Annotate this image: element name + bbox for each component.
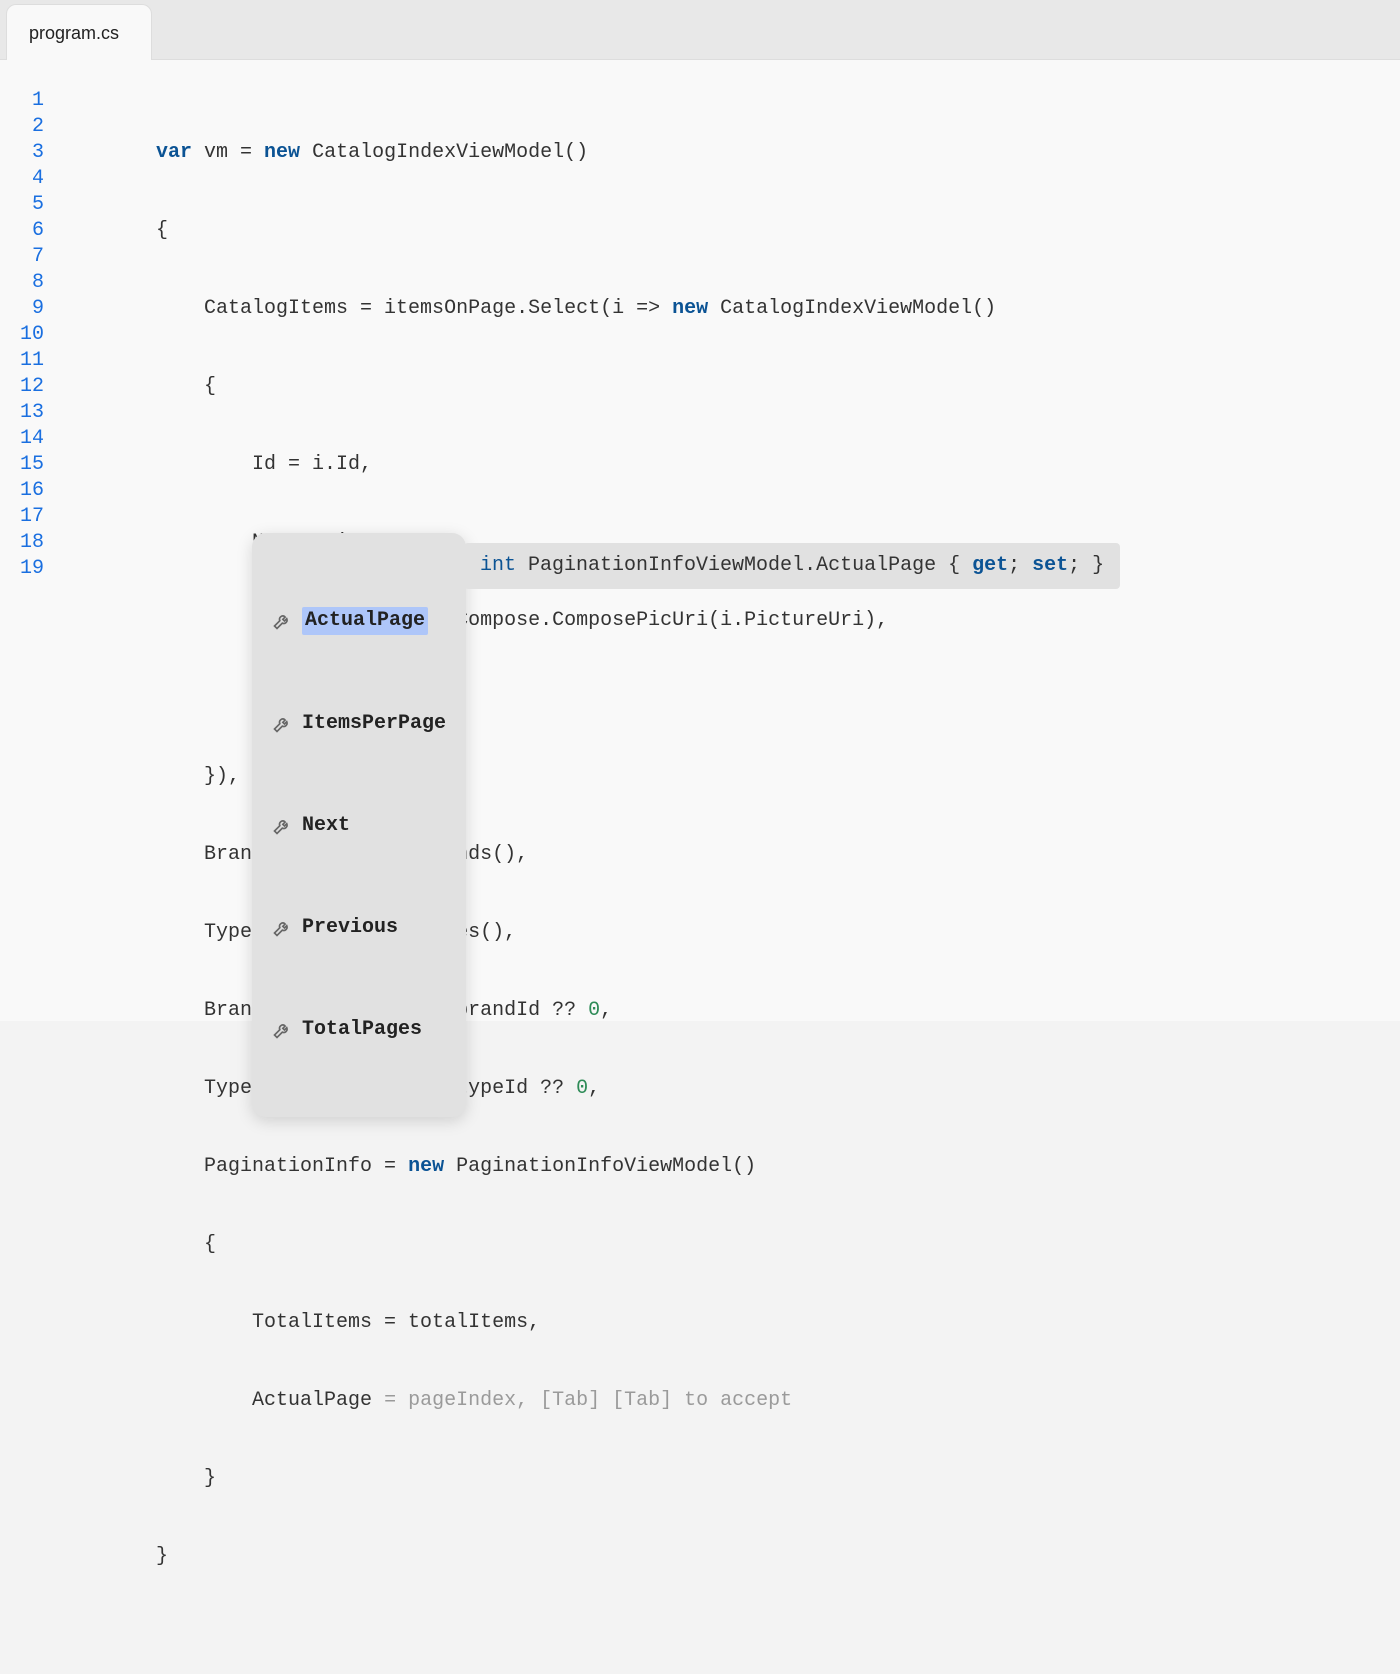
line-gutter: 1 2 3 4 5 6 7 8 9 10 11 12 13 14 15 16 1… xyxy=(0,88,60,1021)
line-number: 7 xyxy=(0,244,44,270)
line-number: 4 xyxy=(0,166,44,192)
line-number: 1 xyxy=(0,88,44,114)
wrench-icon xyxy=(272,918,292,938)
wrench-icon xyxy=(272,1020,292,1040)
autocomplete-item-label: ItemsPerPage xyxy=(302,711,446,737)
line-number: 6 xyxy=(0,218,44,244)
tab-bar: program.cs xyxy=(0,0,1400,60)
autocomplete-item-next[interactable]: Next xyxy=(258,801,460,851)
autocomplete-item-itemsperpage[interactable]: ItemsPerPage xyxy=(258,699,460,749)
signature-tooltip: int PaginationInfoViewModel.ActualPage {… xyxy=(464,543,1120,589)
line-number: 15 xyxy=(0,452,44,478)
line-number: 3 xyxy=(0,140,44,166)
wrench-icon xyxy=(272,611,292,631)
line-number: 11 xyxy=(0,348,44,374)
inline-suggestion: = pageIndex, [Tab] [Tab] to accept xyxy=(372,1389,792,1412)
line-number: 14 xyxy=(0,426,44,452)
code-editor[interactable]: 1 2 3 4 5 6 7 8 9 10 11 12 13 14 15 16 1… xyxy=(0,60,1400,1021)
code-area[interactable]: var vm = new CatalogIndexViewModel() { C… xyxy=(60,88,1400,1021)
code-line: ActualPage = pageIndex, [Tab] [Tab] to a… xyxy=(60,1388,1400,1414)
line-number: 5 xyxy=(0,192,44,218)
wrench-icon xyxy=(272,816,292,836)
line-number: 18 xyxy=(0,530,44,556)
code-line: PaginationInfo = new PaginationInfoViewM… xyxy=(60,1154,1400,1180)
line-number: 12 xyxy=(0,374,44,400)
code-line: CatalogItems = itemsOnPage.Select(i => n… xyxy=(60,296,1400,322)
autocomplete-item-actualpage[interactable]: ActualPage xyxy=(258,595,460,647)
line-number: 19 xyxy=(0,556,44,582)
code-line: } xyxy=(60,1466,1400,1492)
line-number: 9 xyxy=(0,296,44,322)
line-number: 16 xyxy=(0,478,44,504)
code-line: TotalItems = totalItems, xyxy=(60,1310,1400,1336)
line-number: 17 xyxy=(0,504,44,530)
autocomplete-item-label: Previous xyxy=(302,915,398,941)
autocomplete-item-label: Next xyxy=(302,813,350,839)
code-line: { xyxy=(60,374,1400,400)
autocomplete-list[interactable]: ActualPage ItemsPerPage Next Previous To… xyxy=(252,533,466,1117)
wrench-icon xyxy=(272,714,292,734)
autocomplete-item-label: ActualPage xyxy=(302,607,428,635)
autocomplete-item-previous[interactable]: Previous xyxy=(258,903,460,953)
code-line: Id = i.Id, xyxy=(60,452,1400,478)
line-number: 13 xyxy=(0,400,44,426)
line-number: 8 xyxy=(0,270,44,296)
line-number: 10 xyxy=(0,322,44,348)
code-line: { xyxy=(60,218,1400,244)
code-line: var vm = new CatalogIndexViewModel() xyxy=(60,140,1400,166)
autocomplete-item-totalpages[interactable]: TotalPages xyxy=(258,1005,460,1055)
code-line: } xyxy=(60,1544,1400,1570)
line-number: 2 xyxy=(0,114,44,140)
tab-program-cs[interactable]: program.cs xyxy=(6,4,152,60)
autocomplete-popup: ActualPage ItemsPerPage Next Previous To… xyxy=(252,533,1120,1117)
code-line: { xyxy=(60,1232,1400,1258)
